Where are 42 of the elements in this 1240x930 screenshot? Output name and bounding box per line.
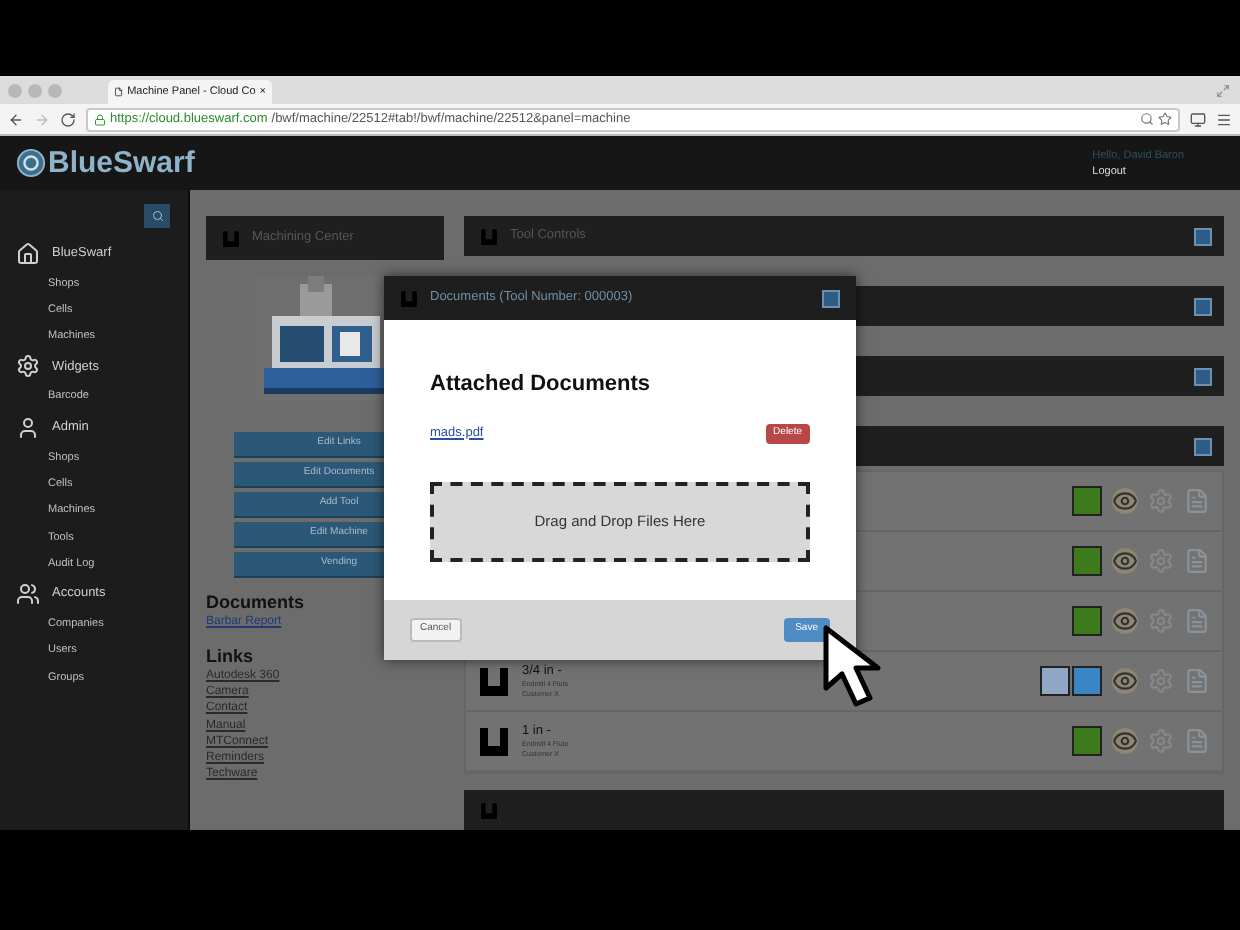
star-icon[interactable] xyxy=(1158,112,1172,126)
back-icon[interactable] xyxy=(8,111,24,127)
user-icon xyxy=(16,415,40,440)
tool-icon xyxy=(400,289,418,307)
status-swatch[interactable] xyxy=(1072,726,1102,756)
cast-icon[interactable] xyxy=(1190,111,1206,127)
panel-toggle-button[interactable] xyxy=(822,289,840,307)
tool-holder-icon xyxy=(478,725,510,757)
panel-toggle-button[interactable] xyxy=(1194,227,1212,245)
fullscreen-icon[interactable] xyxy=(1216,84,1230,98)
eye-icon[interactable] xyxy=(1112,548,1138,574)
gear-icon xyxy=(16,354,40,379)
tool-icon xyxy=(480,801,498,819)
home-icon xyxy=(16,241,40,265)
menu-icon[interactable] xyxy=(1216,111,1232,127)
status-swatch[interactable] xyxy=(1072,546,1102,576)
status-swatch[interactable] xyxy=(1040,666,1070,696)
reload-icon[interactable] xyxy=(60,111,76,127)
status-swatch[interactable] xyxy=(1072,666,1102,696)
search-icon[interactable] xyxy=(1140,112,1154,126)
logo-text: BlueSwarf xyxy=(48,148,195,178)
status-swatch[interactable] xyxy=(1072,606,1102,636)
logo-icon xyxy=(16,148,46,178)
dialog-heading: Attached Documents xyxy=(430,370,653,400)
search-button[interactable] xyxy=(144,204,170,228)
section-heading: Links xyxy=(206,646,256,668)
users-icon xyxy=(16,582,40,607)
tool-holder-icon xyxy=(478,665,510,697)
lock-icon xyxy=(94,113,106,125)
status-swatch[interactable] xyxy=(1072,486,1102,516)
panel-toggle-button[interactable] xyxy=(1194,437,1212,455)
panel-toggle-button[interactable] xyxy=(1194,367,1212,385)
machine-icon xyxy=(222,229,240,247)
tool-icon xyxy=(480,227,498,245)
search-icon xyxy=(151,210,163,222)
page-icon xyxy=(114,86,124,98)
panel-toggle-button[interactable] xyxy=(1194,297,1212,315)
eye-icon[interactable] xyxy=(1112,728,1138,754)
section-heading: Documents xyxy=(206,592,307,614)
eye-icon[interactable] xyxy=(1112,668,1138,694)
eye-icon[interactable] xyxy=(1112,608,1138,634)
eye-icon[interactable] xyxy=(1112,488,1138,514)
